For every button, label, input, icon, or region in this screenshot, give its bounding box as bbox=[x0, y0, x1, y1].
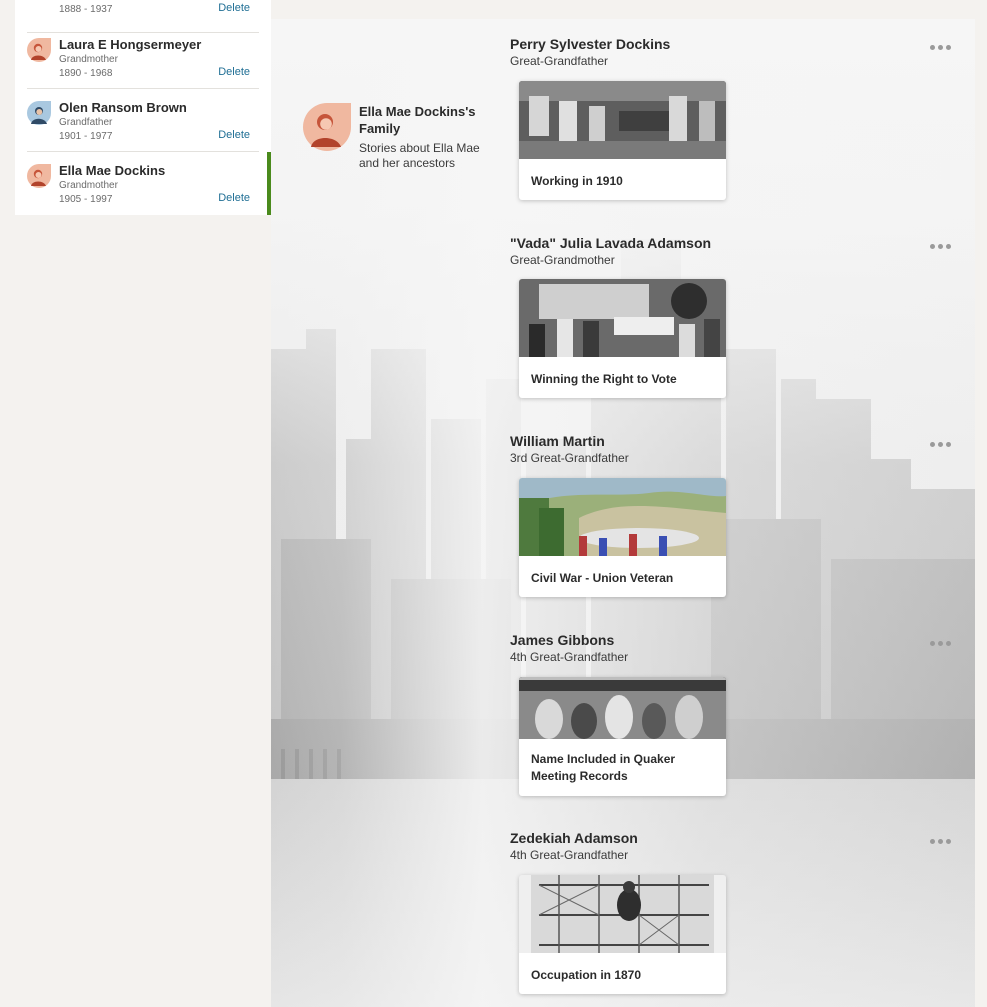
person-name: Olen Ransom Brown bbox=[59, 100, 187, 115]
person-dates: 1901 - 1977 bbox=[59, 131, 113, 142]
woman-avatar-icon bbox=[303, 103, 351, 151]
story-photo bbox=[519, 677, 726, 739]
family-header: Ella Mae Dockins's Family Stories about … bbox=[303, 103, 488, 183]
person-relation: Grandmother bbox=[59, 54, 118, 65]
more-options-icon[interactable] bbox=[930, 42, 954, 54]
story-title: Working in 1910 bbox=[531, 174, 623, 188]
more-options-icon[interactable] bbox=[930, 638, 954, 650]
delete-link[interactable]: Delete bbox=[218, 129, 250, 141]
woman-avatar-icon bbox=[27, 38, 51, 62]
person-name: Ella Mae Dockins bbox=[59, 163, 166, 178]
story-title: Winning the Right to Vote bbox=[531, 372, 677, 386]
ancestor-section: Perry Sylvester Dockins Great-Grandfathe… bbox=[510, 36, 970, 208]
story-photo bbox=[519, 279, 726, 357]
more-options-icon[interactable] bbox=[930, 439, 954, 451]
ancestor-relation: 4th Great-Grandfather bbox=[510, 650, 629, 664]
story-title: Name Included in Quaker Meeting Records bbox=[531, 752, 676, 783]
person-relation: Grandfather bbox=[59, 117, 113, 128]
story-card[interactable]: Occupation in 1870 bbox=[519, 875, 726, 994]
ancestor-name: James Gibbons bbox=[510, 632, 615, 648]
delete-link[interactable]: Delete bbox=[218, 192, 250, 204]
family-title: Ella Mae Dockins's Family bbox=[359, 104, 476, 136]
person-list: 1888 - 1937 Delete Laura E Hongsermeyer … bbox=[15, 0, 271, 215]
ancestor-name: Perry Sylvester Dockins bbox=[510, 36, 671, 52]
ancestor-name: William Martin bbox=[510, 433, 605, 449]
ancestor-section: James Gibbons 4th Great-Grandfather Name… bbox=[510, 632, 970, 804]
person-relation: Grandmother bbox=[59, 180, 118, 191]
ancestor-relation: Great-Grandmother bbox=[510, 253, 615, 267]
story-photo bbox=[519, 875, 726, 953]
ancestor-relation: 3rd Great-Grandfather bbox=[510, 451, 629, 465]
ancestor-name: "Vada" Julia Lavada Adamson bbox=[510, 235, 712, 251]
story-photo bbox=[519, 81, 726, 159]
family-subtitle: Stories about Ella Mae and her ancestors bbox=[359, 141, 480, 170]
ancestor-name: Zedekiah Adamson bbox=[510, 830, 638, 846]
story-card[interactable]: Winning the Right to Vote bbox=[519, 279, 726, 398]
delete-link[interactable]: Delete bbox=[218, 66, 250, 78]
story-photo bbox=[519, 478, 726, 556]
story-card[interactable]: Name Included in Quaker Meeting Records bbox=[519, 677, 726, 796]
person-item[interactable]: Laura E Hongsermeyer Grandmother 1890 - … bbox=[15, 26, 271, 89]
ancestor-relation: 4th Great-Grandfather bbox=[510, 848, 629, 862]
ancestor-section: William Martin 3rd Great-Grandfather Civ… bbox=[510, 433, 970, 605]
more-options-icon[interactable] bbox=[930, 836, 954, 848]
woman-avatar-icon bbox=[27, 164, 51, 188]
ancestor-section: "Vada" Julia Lavada Adamson Great-Grandm… bbox=[510, 235, 970, 407]
person-name: Laura E Hongsermeyer bbox=[59, 37, 202, 52]
person-dates: 1888 - 1937 bbox=[59, 4, 113, 15]
delete-link[interactable]: Delete bbox=[218, 2, 250, 14]
person-item-selected[interactable]: Ella Mae Dockins Grandmother 1905 - 1997… bbox=[15, 152, 271, 215]
story-panel: Ella Mae Dockins's Family Stories about … bbox=[271, 19, 975, 1007]
story-card[interactable]: Working in 1910 bbox=[519, 81, 726, 200]
person-dates: 1905 - 1997 bbox=[59, 194, 113, 205]
more-options-icon[interactable] bbox=[930, 241, 954, 253]
story-title: Civil War - Union Veteran bbox=[531, 571, 674, 585]
story-title: Occupation in 1870 bbox=[531, 968, 642, 982]
story-card[interactable]: Civil War - Union Veteran bbox=[519, 478, 726, 597]
ancestor-section: Zedekiah Adamson 4th Great-Grandfather O… bbox=[510, 830, 970, 1002]
person-item[interactable]: Olen Ransom Brown Grandfather 1901 - 197… bbox=[15, 89, 271, 152]
man-avatar-icon bbox=[27, 101, 51, 125]
ancestor-relation: Great-Grandfather bbox=[510, 54, 609, 68]
person-dates: 1890 - 1968 bbox=[59, 68, 113, 79]
